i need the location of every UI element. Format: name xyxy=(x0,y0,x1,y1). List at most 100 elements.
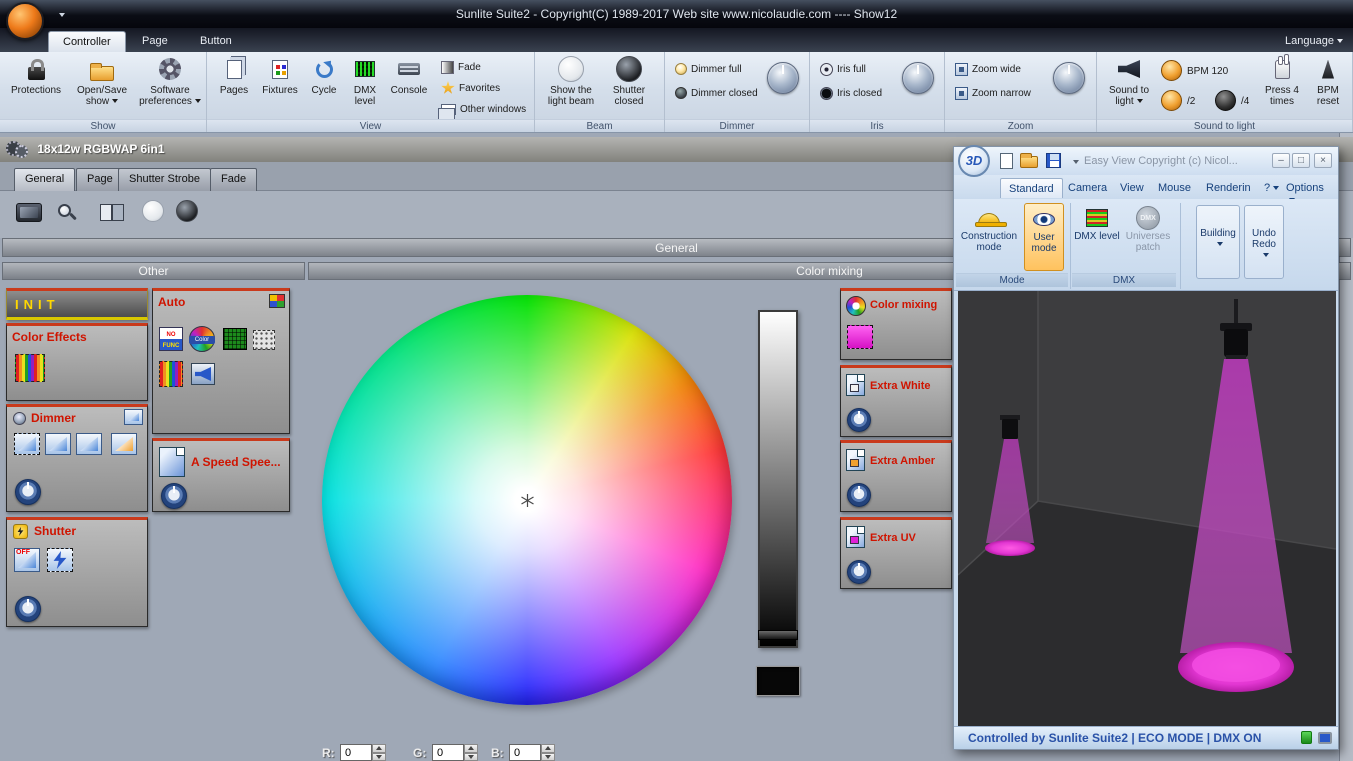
fixture-tab-general[interactable]: General xyxy=(14,168,76,191)
div2-knob[interactable] xyxy=(1161,90,1182,111)
open-save-show-button[interactable]: Open/Save show xyxy=(70,55,134,117)
dimmer-full-button[interactable]: Dimmer full xyxy=(675,60,742,78)
fixtures-button[interactable]: Fixtures xyxy=(257,55,303,117)
construction-mode-button[interactable]: Construction mode xyxy=(958,203,1020,271)
fade-button[interactable]: Fade xyxy=(441,58,481,76)
r-down-button[interactable] xyxy=(372,752,386,761)
value-slider-handle[interactable] xyxy=(758,630,798,640)
save-icon[interactable] xyxy=(1046,153,1061,168)
fixture-tab-shutter-strobe[interactable]: Shutter Strobe xyxy=(118,168,211,191)
3d-viewport[interactable] xyxy=(957,291,1337,728)
menu-view[interactable]: View xyxy=(1112,178,1152,198)
building-button[interactable]: Building xyxy=(1196,205,1240,279)
b-down-button[interactable] xyxy=(541,752,555,761)
shutter-closed-button[interactable]: Shutter closed xyxy=(603,55,655,117)
b-spinner[interactable]: 0 xyxy=(509,744,556,761)
speed-preset-box[interactable]: A Speed Spee... xyxy=(152,438,290,512)
sound-to-light-button[interactable]: Sound to light xyxy=(1101,55,1157,117)
bpm-reset-button[interactable]: BPM reset xyxy=(1307,55,1349,117)
console-button[interactable]: Console xyxy=(387,55,431,117)
iris-full-button[interactable]: Iris full xyxy=(820,60,866,78)
dimmer-closed-button[interactable]: Dimmer closed xyxy=(675,84,758,102)
g-spinner[interactable]: 0 xyxy=(432,744,479,761)
color-wheel[interactable] xyxy=(322,295,732,705)
extra-uv-button[interactable]: Extra UV xyxy=(840,517,952,589)
dimmer-option-1[interactable] xyxy=(14,433,40,455)
menu-camera[interactable]: Camera xyxy=(1060,178,1115,198)
maximize-button[interactable]: □ xyxy=(1292,153,1310,168)
press-4-times-button[interactable]: Press 4 times xyxy=(1259,53,1305,117)
shutter-strobe-option[interactable] xyxy=(47,548,73,572)
white-circle-button[interactable] xyxy=(142,200,164,222)
pages-button[interactable]: Pages xyxy=(213,55,255,117)
bars-option[interactable] xyxy=(159,361,183,387)
iris-closed-button[interactable]: Iris closed xyxy=(820,84,882,102)
zoom-narrow-button[interactable]: Zoom narrow xyxy=(955,84,1031,102)
no-func-option[interactable]: NO FUNC xyxy=(159,327,183,351)
extra-white-dial[interactable] xyxy=(847,408,871,432)
app-logo-icon[interactable] xyxy=(6,2,44,40)
dmx-level-button[interactable]: DMX level xyxy=(345,55,385,117)
dimmer-dial[interactable] xyxy=(767,62,799,94)
menu-mouse[interactable]: Mouse xyxy=(1150,178,1199,198)
show-light-beam-button[interactable]: Show the light beam xyxy=(543,55,599,117)
ev-dmx-level-button[interactable]: DMX level xyxy=(1074,203,1120,271)
color-mixing-button[interactable]: Color mixing xyxy=(840,288,952,360)
black-circle-button[interactable] xyxy=(176,200,198,222)
magnifier-icon[interactable] xyxy=(58,204,71,217)
g-value[interactable]: 0 xyxy=(432,744,464,761)
protections-button[interactable]: Protections xyxy=(4,55,68,117)
undo-redo-button[interactable]: Undo Redo xyxy=(1244,205,1284,279)
dimmer-preset-dial[interactable] xyxy=(15,479,41,505)
open-icon[interactable] xyxy=(1020,153,1038,168)
menu-rendering[interactable]: Renderin xyxy=(1198,178,1259,198)
r-value[interactable]: 0 xyxy=(340,744,372,761)
close-button[interactable]: × xyxy=(1314,153,1332,168)
favorites-button[interactable]: Favorites xyxy=(441,79,500,97)
menu-standard[interactable]: Standard xyxy=(1000,178,1063,198)
zoom-wide-button[interactable]: Zoom wide xyxy=(955,60,1021,78)
menu-options[interactable]: Options xyxy=(1278,178,1338,203)
magenta-swatch[interactable] xyxy=(847,325,873,349)
toolbar-caret-icon[interactable] xyxy=(1073,160,1079,164)
shutter-preset-box[interactable]: Shutter OFF xyxy=(6,517,148,627)
tab-controller[interactable]: Controller xyxy=(48,31,126,52)
color-effects-icon[interactable] xyxy=(15,354,45,382)
g-up-button[interactable] xyxy=(464,744,478,753)
tab-page[interactable]: Page xyxy=(128,31,182,52)
fixture-tab-fade[interactable]: Fade xyxy=(210,168,258,191)
value-slider[interactable] xyxy=(758,310,798,648)
init-button[interactable]: INIT xyxy=(6,288,148,320)
display-icon[interactable] xyxy=(16,203,42,222)
extra-white-button[interactable]: Extra White xyxy=(840,365,952,437)
div4-knob[interactable] xyxy=(1215,90,1236,111)
fixture-tab-page[interactable]: Page xyxy=(76,168,124,191)
b-up-button[interactable] xyxy=(541,744,555,753)
tab-button[interactable]: Button xyxy=(186,31,246,52)
dimmer-option-2[interactable] xyxy=(45,433,71,455)
other-windows-button[interactable]: Other windows xyxy=(438,100,526,121)
auto-preset-box[interactable]: Auto NO FUNC Color xyxy=(152,288,290,434)
software-preferences-button[interactable]: Software preferences xyxy=(138,55,202,117)
extra-amber-dial[interactable] xyxy=(847,483,871,507)
extra-uv-dial[interactable] xyxy=(847,560,871,584)
shutter-preset-dial[interactable] xyxy=(15,596,41,622)
bpm-knob[interactable] xyxy=(1161,60,1182,81)
user-mode-button[interactable]: User mode xyxy=(1024,203,1064,271)
language-menu[interactable]: Language xyxy=(1285,35,1343,47)
dimmer-preset-box[interactable]: Dimmer xyxy=(6,404,148,512)
new-document-icon[interactable] xyxy=(1000,153,1013,169)
r-spinner[interactable]: 0 xyxy=(340,744,387,761)
dotted-option[interactable] xyxy=(253,330,275,350)
minimize-button[interactable]: – xyxy=(1272,153,1290,168)
split-view-icon[interactable] xyxy=(100,204,124,221)
speaker-option[interactable] xyxy=(191,363,215,385)
green-grid-option[interactable] xyxy=(223,328,247,350)
zoom-dial[interactable] xyxy=(1053,62,1085,94)
g-down-button[interactable] xyxy=(464,752,478,761)
dimmer-option-3[interactable] xyxy=(76,433,102,455)
r-up-button[interactable] xyxy=(372,744,386,753)
extra-amber-button[interactable]: Extra Amber xyxy=(840,440,952,512)
color-globe-option[interactable]: Color xyxy=(189,326,215,352)
cycle-button[interactable]: Cycle xyxy=(305,55,343,117)
